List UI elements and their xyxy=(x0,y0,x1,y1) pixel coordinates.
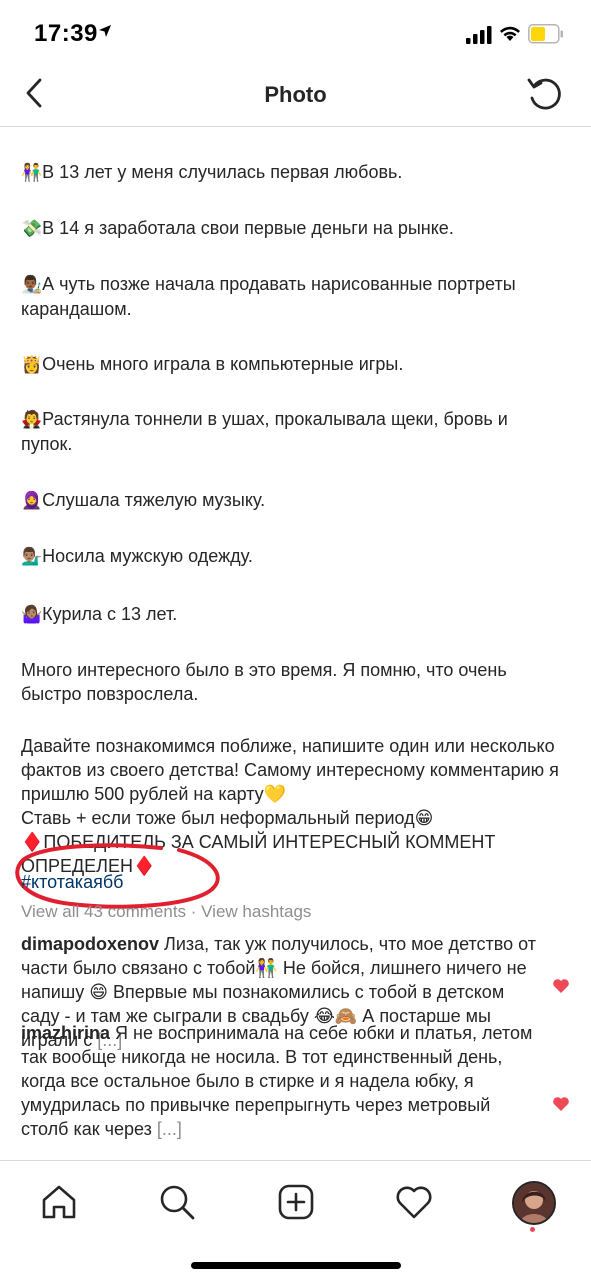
caption-paragraph: 💸В 14 я заработала свои первые деньги на… xyxy=(21,218,454,238)
comment-username[interactable]: dimapodoxenov xyxy=(21,934,159,954)
liked-heart-icon[interactable] xyxy=(552,1096,570,1112)
home-icon[interactable] xyxy=(40,1183,78,1221)
comment: imazhirina Я не воспринимала на себе юбк… xyxy=(21,1021,536,1141)
caption-paragraph: Много интересного было в это время. Я по… xyxy=(21,660,512,704)
more-link[interactable]: [...] xyxy=(157,1119,182,1139)
headscarf-emoji: 🧕 xyxy=(21,491,43,510)
profile-avatar[interactable] xyxy=(512,1181,556,1225)
caption-paragraph: 🧛Растянула тоннели в ушах, прокалывала щ… xyxy=(21,409,513,454)
tipping-hand-emoji: 💁🏽‍♂️ xyxy=(21,547,43,566)
add-post-icon[interactable] xyxy=(277,1183,315,1221)
money-emoji: 💸 xyxy=(21,219,43,238)
status-bar: 17:39 xyxy=(0,0,591,70)
page-title: Photo xyxy=(264,82,327,107)
home-indicator xyxy=(191,1262,401,1269)
couple-emoji: 👫 xyxy=(21,163,43,182)
status-time: 17:39 xyxy=(34,20,98,47)
cellular-signal-icon xyxy=(466,26,492,44)
liked-heart-icon[interactable] xyxy=(552,978,570,994)
view-all-comments-link[interactable]: View all 43 comments · View hashtags xyxy=(21,900,311,924)
wifi-icon xyxy=(500,26,520,41)
search-icon[interactable] xyxy=(158,1183,196,1221)
caption-paragraph: 👨🏾‍🎨А чуть позже начала продавать нарисо… xyxy=(21,274,521,319)
caption-paragraph: 👫В 13 лет у меня случилась первая любовь… xyxy=(21,162,403,182)
comment-username[interactable]: imazhirina xyxy=(21,1023,110,1043)
princess-emoji: 👸 xyxy=(21,355,43,374)
activity-heart-icon[interactable] xyxy=(395,1183,433,1221)
artist-emoji: 👨🏾‍🎨 xyxy=(21,275,43,294)
location-arrow-icon xyxy=(99,25,111,37)
battery-icon xyxy=(528,24,563,44)
caption-paragraph: 👸Очень много играла в компьютерные игры. xyxy=(21,354,404,374)
navigation-bar: Photo xyxy=(0,70,591,127)
caption-paragraph: 💁🏽‍♂️Носила мужскую одежду. xyxy=(21,546,253,566)
caption-paragraph: 🤷🏽‍♀️Курила с 13 лет. xyxy=(21,604,178,624)
caption-paragraph: 🧕Слушала тяжелую музыку. xyxy=(21,490,266,510)
vampire-emoji: 🧛 xyxy=(21,410,43,429)
avatar-image xyxy=(514,1183,554,1223)
refresh-icon[interactable] xyxy=(524,74,564,114)
hashtag-link[interactable]: #ктотакаябб xyxy=(21,870,123,894)
shrug-emoji: 🤷🏽‍♀️ xyxy=(21,605,43,624)
notification-dot xyxy=(530,1227,535,1232)
